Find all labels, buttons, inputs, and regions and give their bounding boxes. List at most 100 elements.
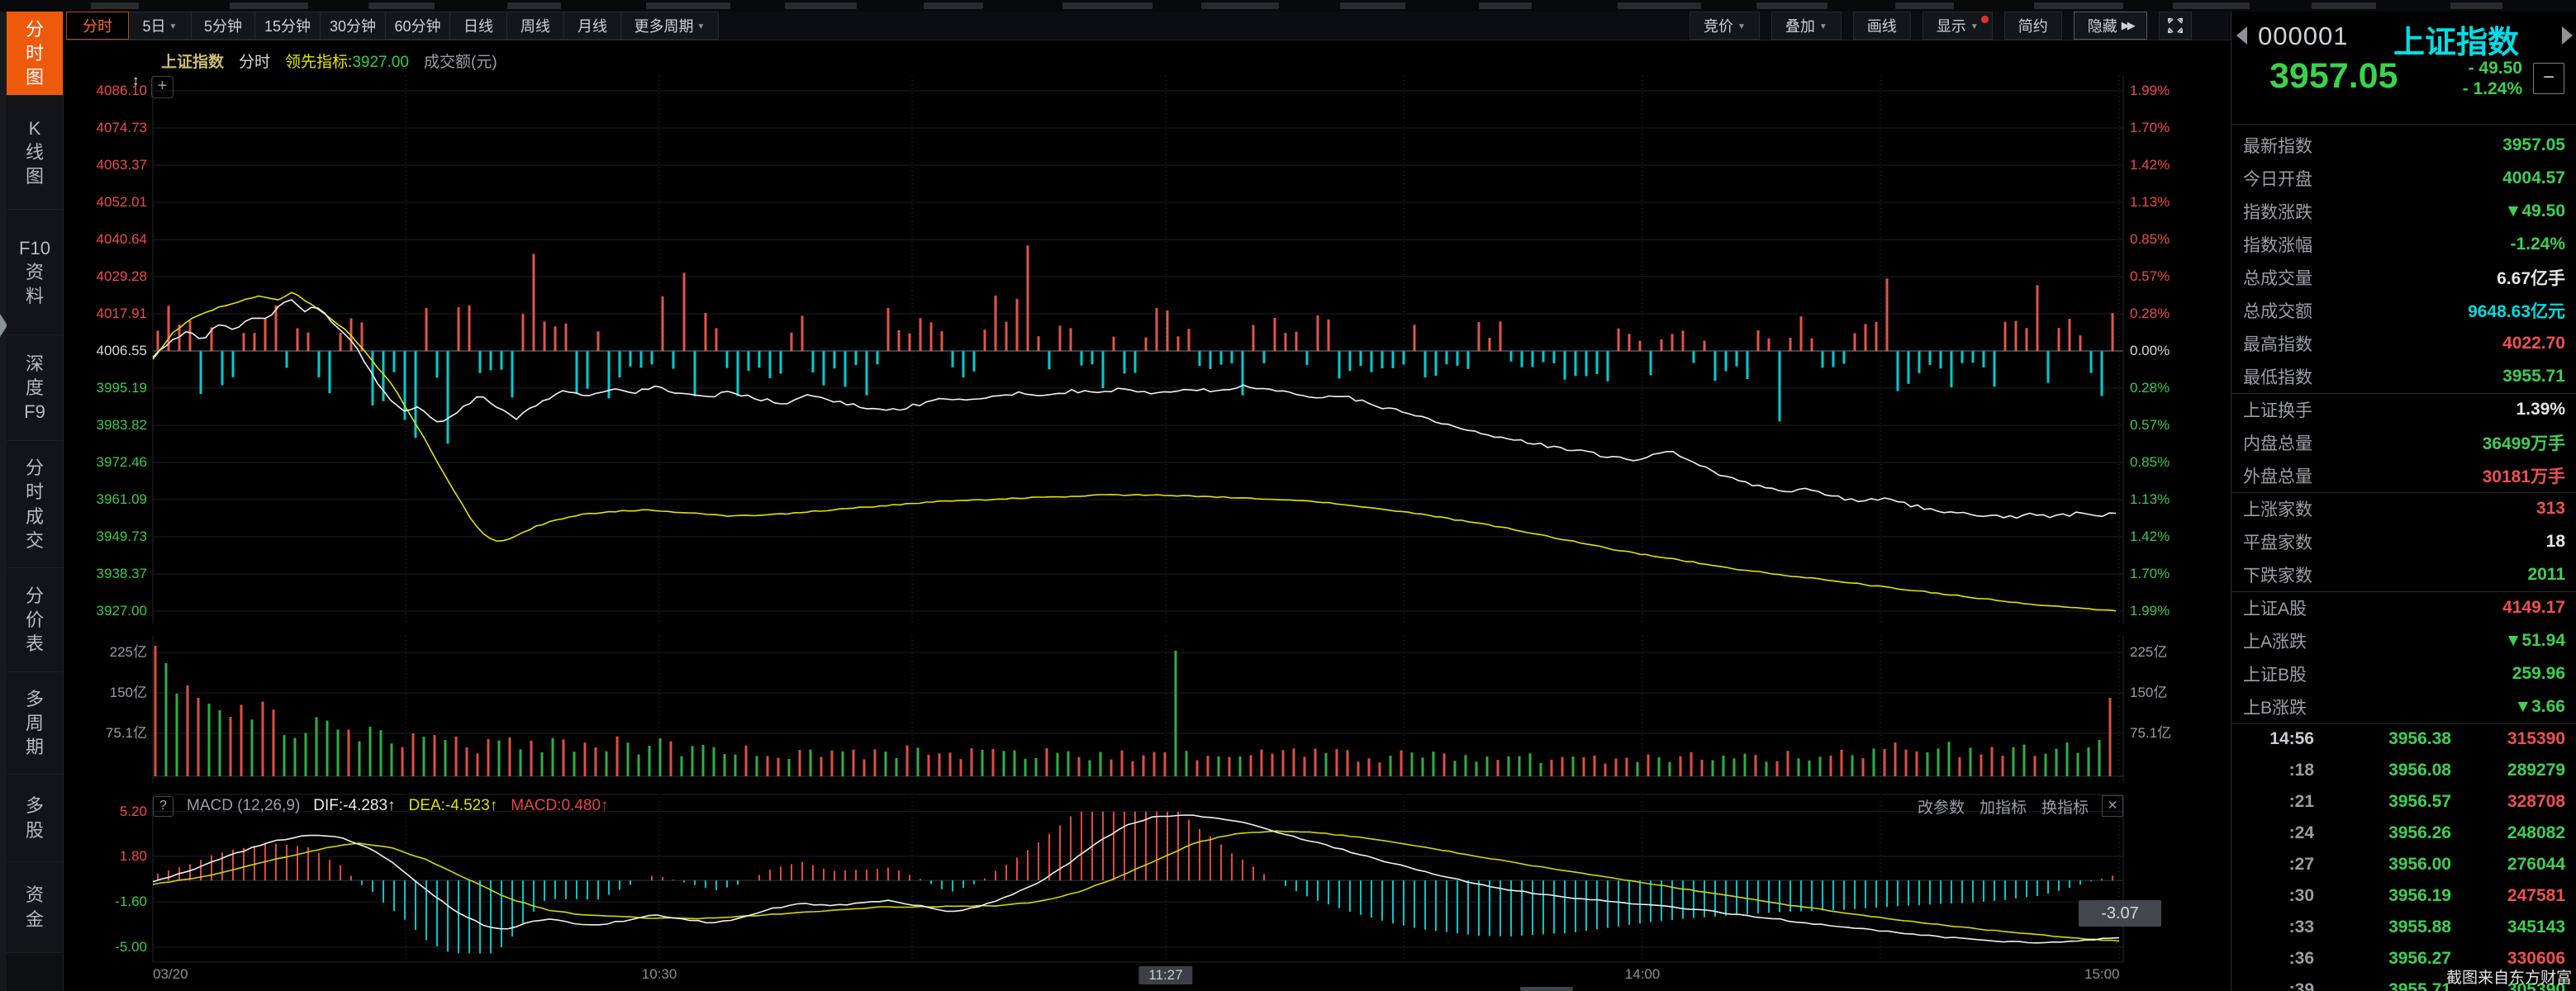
percent-axis-label: 1.13% [2130,491,2221,508]
chevron-down-icon: ▼ [1819,22,1827,31]
percent-axis-label: 1.99% [2130,83,2221,99]
volume-axis-label: 225亿 [2130,644,2221,661]
sidebar-item-1[interactable]: 分时图 [7,12,63,96]
sidebar-item-4[interactable]: 深度F9 [7,335,63,441]
button-画线[interactable]: 画线 [1853,12,1911,40]
button-竞价[interactable]: 竞价▼ [1690,12,1760,40]
stat-row: 总成交量6.67亿手 [2243,261,2565,294]
tick-row: :333955.88345143 [2243,912,2565,943]
stat-row: 下跌家数2011 [2243,558,2565,591]
time-axis-label: 10:30 [642,966,677,983]
tab-分时[interactable]: 分时 [66,12,129,40]
tab-30分钟[interactable]: 30分钟 [321,12,386,40]
stat-row: 上证换手1.39% [2243,393,2565,426]
stat-row: 上B涨跌▼3.66 [2243,690,2565,723]
tick-row: :273956.00276044 [2243,849,2565,880]
sidebar-item-9[interactable]: 资金 [7,862,63,953]
double-chevron-icon: ▶▶ [2122,19,2133,32]
price-axis-label: 4040.64 [64,231,147,248]
percent-axis-label: 0.85% [2130,231,2221,248]
volume-axis-label: 150亿 [2130,685,2221,701]
tab-更多周期[interactable]: 更多周期▼ [621,12,719,40]
zoom-plus-icon[interactable]: + [151,76,173,98]
price-axis-label: 4029.28 [64,268,147,285]
macd-dea-value: DEA:-4.523↑ [409,797,498,815]
stat-row: 上证A股4149.17 [2243,591,2565,624]
stat-row: 指数涨跌▼49.50 [2243,195,2565,228]
quote-panel: 000001 上证指数 3957.05 - 49.50 - 1.24% − 最新… [2231,12,2576,991]
turnover-axis-label: 成交额(元) [424,50,497,72]
percent-axis-label: 0.85% [2130,454,2221,471]
macd-action-换指标[interactable]: 换指标 [2041,795,2089,818]
tick-row: :303956.19247581 [2243,880,2565,912]
sidebar-item-6[interactable]: 分价表 [7,568,63,672]
next-stock-icon[interactable] [2562,26,2573,45]
tab-15分钟[interactable]: 15分钟 [255,12,321,40]
period-tabs: 分时5日▼5分钟15分钟30分钟60分钟日线周线月线更多周期▼ [66,12,719,40]
macd-header: ? MACD (12,26,9) DIF:-4.283↑ DEA:-4.523↑… [153,795,2123,817]
notification-dot [1981,16,1989,23]
sidebar-item-2[interactable]: K线图 [7,96,63,210]
stat-row: 平盘家数18 [2243,525,2565,558]
macd-axis-label: -5.00 [64,939,147,955]
chevron-down-icon: ▼ [1737,22,1746,31]
button-简约[interactable]: 简约 [2004,12,2062,40]
macd-current-value-badge: -3.07 [2079,900,2161,927]
stat-row: 内盘总量36499万手 [2243,426,2565,459]
price-axis-label: 3938.37 [64,566,147,582]
macd-axis-label: 5.20 [64,804,147,820]
fullscreen-icon[interactable] [2159,12,2192,40]
tab-60分钟[interactable]: 60分钟 [386,12,450,40]
stat-row: 上A涨跌▼51.94 [2243,624,2565,657]
percent-axis-label: 0.28% [2130,380,2221,396]
percent-axis-label: 0.57% [2130,268,2221,285]
minimize-button[interactable]: − [2533,63,2564,94]
sidebar-item-3[interactable]: F10资料 [7,210,63,335]
sidebar-item-8[interactable]: 多股 [7,775,63,862]
tab-日线[interactable]: 日线 [450,12,507,40]
tab-5日[interactable]: 5日▼ [129,12,192,40]
tick-row: 14:563956.38315390 [2243,723,2565,755]
time-axis-label: 03/20 [153,966,188,983]
time-axis-label: 11:27 [1138,966,1192,984]
percent-axis-label: 1.99% [2130,603,2221,619]
sidebar-item-5[interactable]: 分时成交 [7,441,63,568]
button-叠加[interactable]: 叠加▼ [1771,12,1842,40]
percent-axis-label: 0.00% [2130,343,2221,359]
price-axis-label: 4006.55 [64,343,147,359]
macd-indicator-name: MACD (12,26,9) [187,797,300,815]
price-axis-label: 4086.10 [64,83,147,99]
volume-axis-label: 75.1亿 [64,725,147,742]
tab-5分钟[interactable]: 5分钟 [192,12,255,40]
leading-indicator-value: 3927.00 [352,54,409,71]
chevron-down-icon: ▼ [169,22,178,31]
bottom-scrollbar[interactable] [1520,987,1573,991]
button-隐藏[interactable]: 隐藏▶▶ [2074,12,2147,40]
stat-row: 指数涨幅-1.24% [2243,228,2565,261]
button-显示[interactable]: 显示▼ [1922,12,1993,40]
prev-stock-icon[interactable] [2236,26,2247,45]
sidebar-item-7[interactable]: 多周期 [7,672,63,775]
left-collapse-rail [0,12,7,991]
leading-indicator-label: 领先指标: [285,54,352,71]
volume-axis-label: 225亿 [64,644,147,661]
left-sidebar: 分时图K线图F10资料深度F9分时成交分价表多周期多股资金 [7,12,64,991]
macd-help-button[interactable]: ? [153,796,173,817]
volume-axis-label: 75.1亿 [2130,725,2221,742]
tab-月线[interactable]: 月线 [564,12,621,40]
macd-axis-label: 1.80 [64,848,147,865]
macd-action-加指标[interactable]: 加指标 [1980,795,2027,818]
time-axis-label: 15:00 [2084,966,2120,983]
tab-周线[interactable]: 周线 [507,12,564,40]
change-amount: - 49.50 [2440,58,2522,78]
stat-row: 最高指数4022.70 [2243,327,2565,360]
macd-action-改参数[interactable]: 改参数 [1918,795,1965,818]
tick-row: :213956.57328708 [2243,786,2565,818]
top-menubar [0,0,2576,12]
percent-axis-label: 1.13% [2130,194,2221,211]
macd-macd-value: MACD:0.480↑ [511,797,608,815]
chevron-down-icon: ▼ [697,22,706,31]
macd-dif-value: DIF:-4.283↑ [313,797,395,815]
macd-actions: 改参数加指标换指标 [1918,795,2089,818]
macd-close-icon[interactable]: ✕ [2102,795,2123,817]
